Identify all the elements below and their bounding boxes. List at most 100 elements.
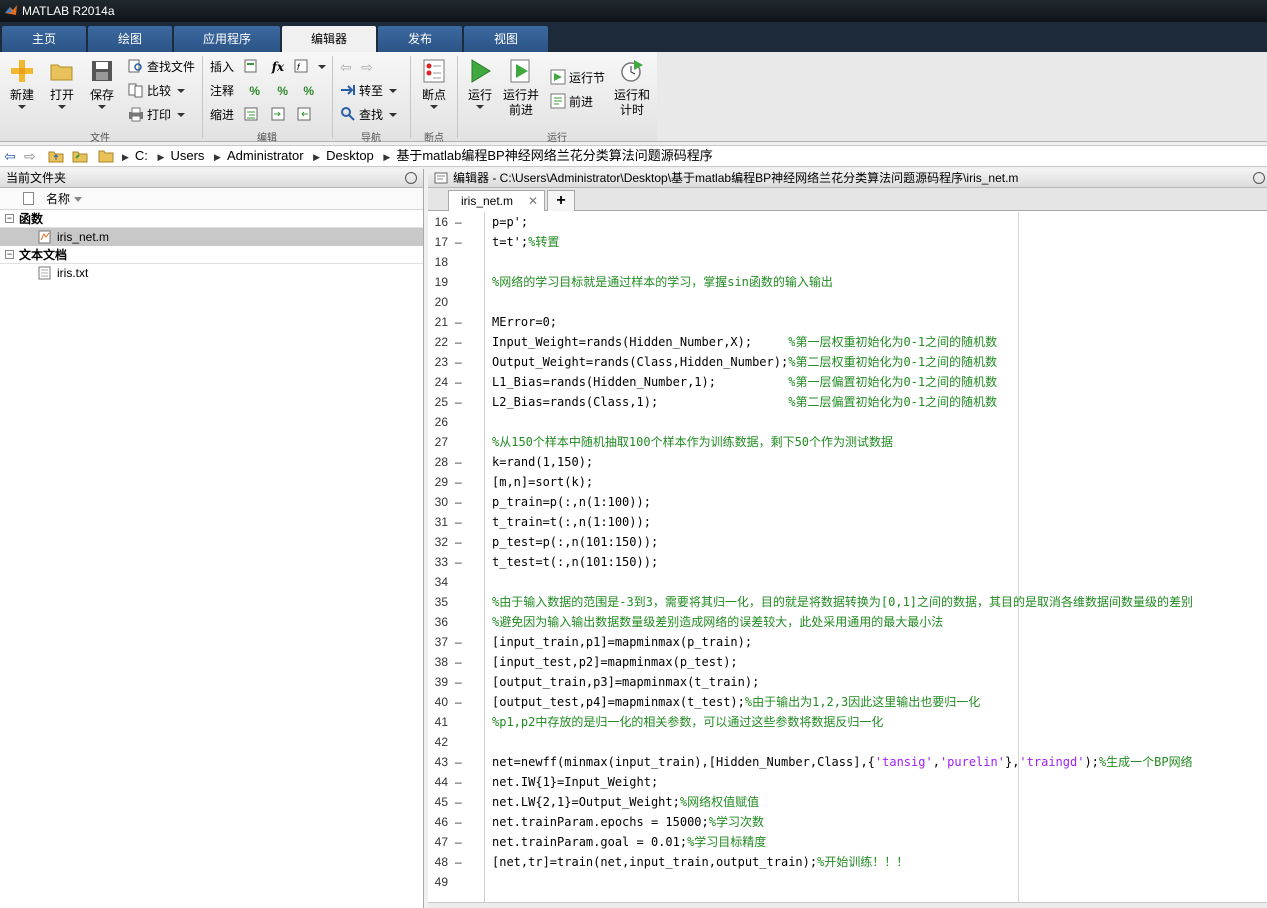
breakpoint-marker[interactable]: – bbox=[455, 512, 462, 532]
breakpoint-marker[interactable]: – bbox=[455, 552, 462, 572]
forward-icon[interactable]: ⇨ bbox=[361, 59, 373, 75]
line-number[interactable]: 22 bbox=[428, 332, 448, 352]
code-text[interactable]: Input_Weight=rands(Hidden_Number,X); %第一… bbox=[492, 332, 997, 352]
new-tab-button[interactable]: + bbox=[547, 190, 575, 211]
code-line[interactable]: 48– [net,tr]=train(net,input_train,output… bbox=[428, 852, 1267, 872]
back-icon[interactable]: ⇦ bbox=[340, 59, 352, 75]
breakpoint-marker[interactable]: – bbox=[455, 772, 462, 792]
breakpoint-marker[interactable]: – bbox=[455, 372, 462, 392]
code-line[interactable]: 33– t_test=t(:,n(101:150)); bbox=[428, 552, 1267, 572]
line-number[interactable]: 42 bbox=[428, 732, 448, 752]
line-number[interactable]: 18 bbox=[428, 252, 448, 272]
file-row[interactable]: iris_net.m bbox=[0, 228, 423, 246]
new-button[interactable]: 新建 bbox=[0, 58, 44, 122]
breakpoint-marker[interactable]: – bbox=[455, 672, 462, 692]
code-text[interactable]: net=newff(minmax(input_train),[Hidden_Nu… bbox=[492, 752, 1193, 772]
close-icon[interactable]: ✕ bbox=[528, 191, 538, 211]
breakpoint-marker[interactable]: – bbox=[455, 692, 462, 712]
code-line[interactable]: 44– net.IW{1}=Input_Weight; bbox=[428, 772, 1267, 792]
code-text[interactable]: %由于输入数据的范围是-3到3，需要将其归一化，目的就是将数据转换为[0,1]之… bbox=[492, 592, 1193, 612]
line-number[interactable]: 16 bbox=[428, 212, 448, 232]
breakpoint-marker[interactable]: – bbox=[455, 212, 462, 232]
line-number[interactable]: 43 bbox=[428, 752, 448, 772]
comment-icon[interactable]: % bbox=[249, 84, 260, 98]
line-number[interactable]: 45 bbox=[428, 792, 448, 812]
code-line[interactable]: 42 bbox=[428, 732, 1267, 752]
code-line[interactable]: 46– net.trainParam.epochs = 15000;%学习次数 bbox=[428, 812, 1267, 832]
breadcrumb-item[interactable]: C: bbox=[135, 148, 148, 163]
fx-icon[interactable]: fx bbox=[272, 60, 284, 74]
line-number[interactable]: 40 bbox=[428, 692, 448, 712]
collapse-icon[interactable]: − bbox=[5, 214, 14, 223]
code-text[interactable]: L2_Bias=rands(Class,1); %第二层偏置初始化为0-1之间的… bbox=[492, 392, 997, 412]
line-number[interactable]: 17 bbox=[428, 232, 448, 252]
code-text[interactable]: t_train=t(:,n(1:100)); bbox=[492, 512, 651, 532]
find-button[interactable]: 查找 bbox=[340, 105, 398, 125]
code-line[interactable]: 18 bbox=[428, 252, 1267, 272]
code-line[interactable]: 28– k=rand(1,150); bbox=[428, 452, 1267, 472]
breadcrumb-item[interactable]: Desktop bbox=[326, 148, 374, 163]
code-line[interactable]: 39– [output_train,p3]=mapminmax(t_train); bbox=[428, 672, 1267, 692]
breakpoint-marker[interactable]: – bbox=[455, 352, 462, 372]
breakpoint-marker[interactable]: – bbox=[455, 392, 462, 412]
code-line[interactable]: 16– p=p'; bbox=[428, 212, 1267, 232]
code-text[interactable]: p_test=p(:,n(101:150)); bbox=[492, 532, 658, 552]
column-header[interactable]: 名称 bbox=[0, 188, 423, 210]
line-number[interactable]: 25 bbox=[428, 392, 448, 412]
find-files-button[interactable]: 查找文件 bbox=[128, 57, 195, 77]
tab-home[interactable]: 主页 bbox=[2, 26, 86, 52]
breakpoint-marker[interactable]: – bbox=[455, 812, 462, 832]
breakpoint-marker[interactable]: – bbox=[455, 852, 462, 872]
line-number[interactable]: 33 bbox=[428, 552, 448, 572]
code-text[interactable]: L1_Bias=rands(Hidden_Number,1); %第一层偏置初始… bbox=[492, 372, 997, 392]
code-line[interactable]: 49 bbox=[428, 872, 1267, 892]
code-line[interactable]: 36 %避免因为输入输出数据数量级差别造成网络的误差较大，此处采用通用的最大最小法 bbox=[428, 612, 1267, 632]
breadcrumb-item[interactable]: Administrator bbox=[227, 148, 304, 163]
tab-publish[interactable]: 发布 bbox=[378, 26, 462, 52]
line-number[interactable]: 48 bbox=[428, 852, 448, 872]
code-text[interactable]: %p1,p2中存放的是归一化的相关参数，可以通过这些参数将数据反归一化 bbox=[492, 712, 883, 732]
code-line[interactable]: 47– net.trainParam.goal = 0.01;%学习目标精度 bbox=[428, 832, 1267, 852]
line-number[interactable]: 49 bbox=[428, 872, 448, 892]
code-line[interactable]: 26 bbox=[428, 412, 1267, 432]
code-line[interactable]: 30– p_train=p(:,n(1:100)); bbox=[428, 492, 1267, 512]
breakpoint-marker[interactable]: – bbox=[455, 632, 462, 652]
code-line[interactable]: 29– [m,n]=sort(k); bbox=[428, 472, 1267, 492]
code-line[interactable]: 17– t=t';%转置 bbox=[428, 232, 1267, 252]
indent-button[interactable]: 缩进 bbox=[210, 105, 315, 125]
uncomment-icon[interactable]: % bbox=[277, 84, 288, 98]
breakpoints-button[interactable]: 断点 bbox=[412, 58, 456, 122]
tab-apps[interactable]: 应用程序 bbox=[174, 26, 280, 52]
code-text[interactable]: %从150个样本中随机抽取100个样本作为训练数据，剩下50个作为测试数据 bbox=[492, 432, 893, 452]
code-line[interactable]: 35 %由于输入数据的范围是-3到3，需要将其归一化，目的就是将数据转换为[0,1… bbox=[428, 592, 1267, 612]
line-number[interactable]: 47 bbox=[428, 832, 448, 852]
line-number[interactable]: 37 bbox=[428, 632, 448, 652]
comment-button[interactable]: 注释 % % % bbox=[210, 81, 314, 101]
panel-menu-icon[interactable] bbox=[405, 172, 417, 184]
line-number[interactable]: 41 bbox=[428, 712, 448, 732]
breakpoint-marker[interactable]: – bbox=[455, 492, 462, 512]
code-line[interactable]: 24– L1_Bias=rands(Hidden_Number,1); %第一层偏… bbox=[428, 372, 1267, 392]
code-text[interactable]: [input_train,p1]=mapminmax(p_train); bbox=[492, 632, 752, 652]
advance-button[interactable]: 前进 bbox=[550, 92, 593, 112]
code-text[interactable]: k=rand(1,150); bbox=[492, 452, 593, 472]
chevron-down-icon[interactable] bbox=[318, 65, 327, 69]
code-line[interactable]: 40– [output_test,p4]=mapminmax(t_test);%由… bbox=[428, 692, 1267, 712]
code-line[interactable]: 38– [input_test,p2]=mapminmax(p_test); bbox=[428, 652, 1267, 672]
back-icon[interactable]: ⇦ bbox=[4, 149, 20, 163]
breadcrumb-item[interactable]: 基于matlab编程BP神经网络兰花分类算法问题源码程序 bbox=[396, 148, 712, 163]
code-text[interactable]: MError=0; bbox=[492, 312, 557, 332]
code-line[interactable]: 19 %网络的学习目标就是通过样本的学习，掌握sin函数的输入输出 bbox=[428, 272, 1267, 292]
code-line[interactable]: 27 %从150个样本中随机抽取100个样本作为训练数据，剩下50个作为测试数据 bbox=[428, 432, 1267, 452]
code-line[interactable]: 34 bbox=[428, 572, 1267, 592]
code-line[interactable]: 45– net.LW{2,1}=Output_Weight;%网络权值赋值 bbox=[428, 792, 1267, 812]
line-number[interactable]: 24 bbox=[428, 372, 448, 392]
outdent-icon[interactable] bbox=[296, 106, 312, 122]
breakpoint-marker[interactable]: – bbox=[455, 312, 462, 332]
line-number[interactable]: 23 bbox=[428, 352, 448, 372]
code-text[interactable]: [input_test,p2]=mapminmax(p_test); bbox=[492, 652, 738, 672]
line-number[interactable]: 36 bbox=[428, 612, 448, 632]
breakpoint-marker[interactable]: – bbox=[455, 452, 462, 472]
line-number[interactable]: 44 bbox=[428, 772, 448, 792]
line-number[interactable]: 46 bbox=[428, 812, 448, 832]
